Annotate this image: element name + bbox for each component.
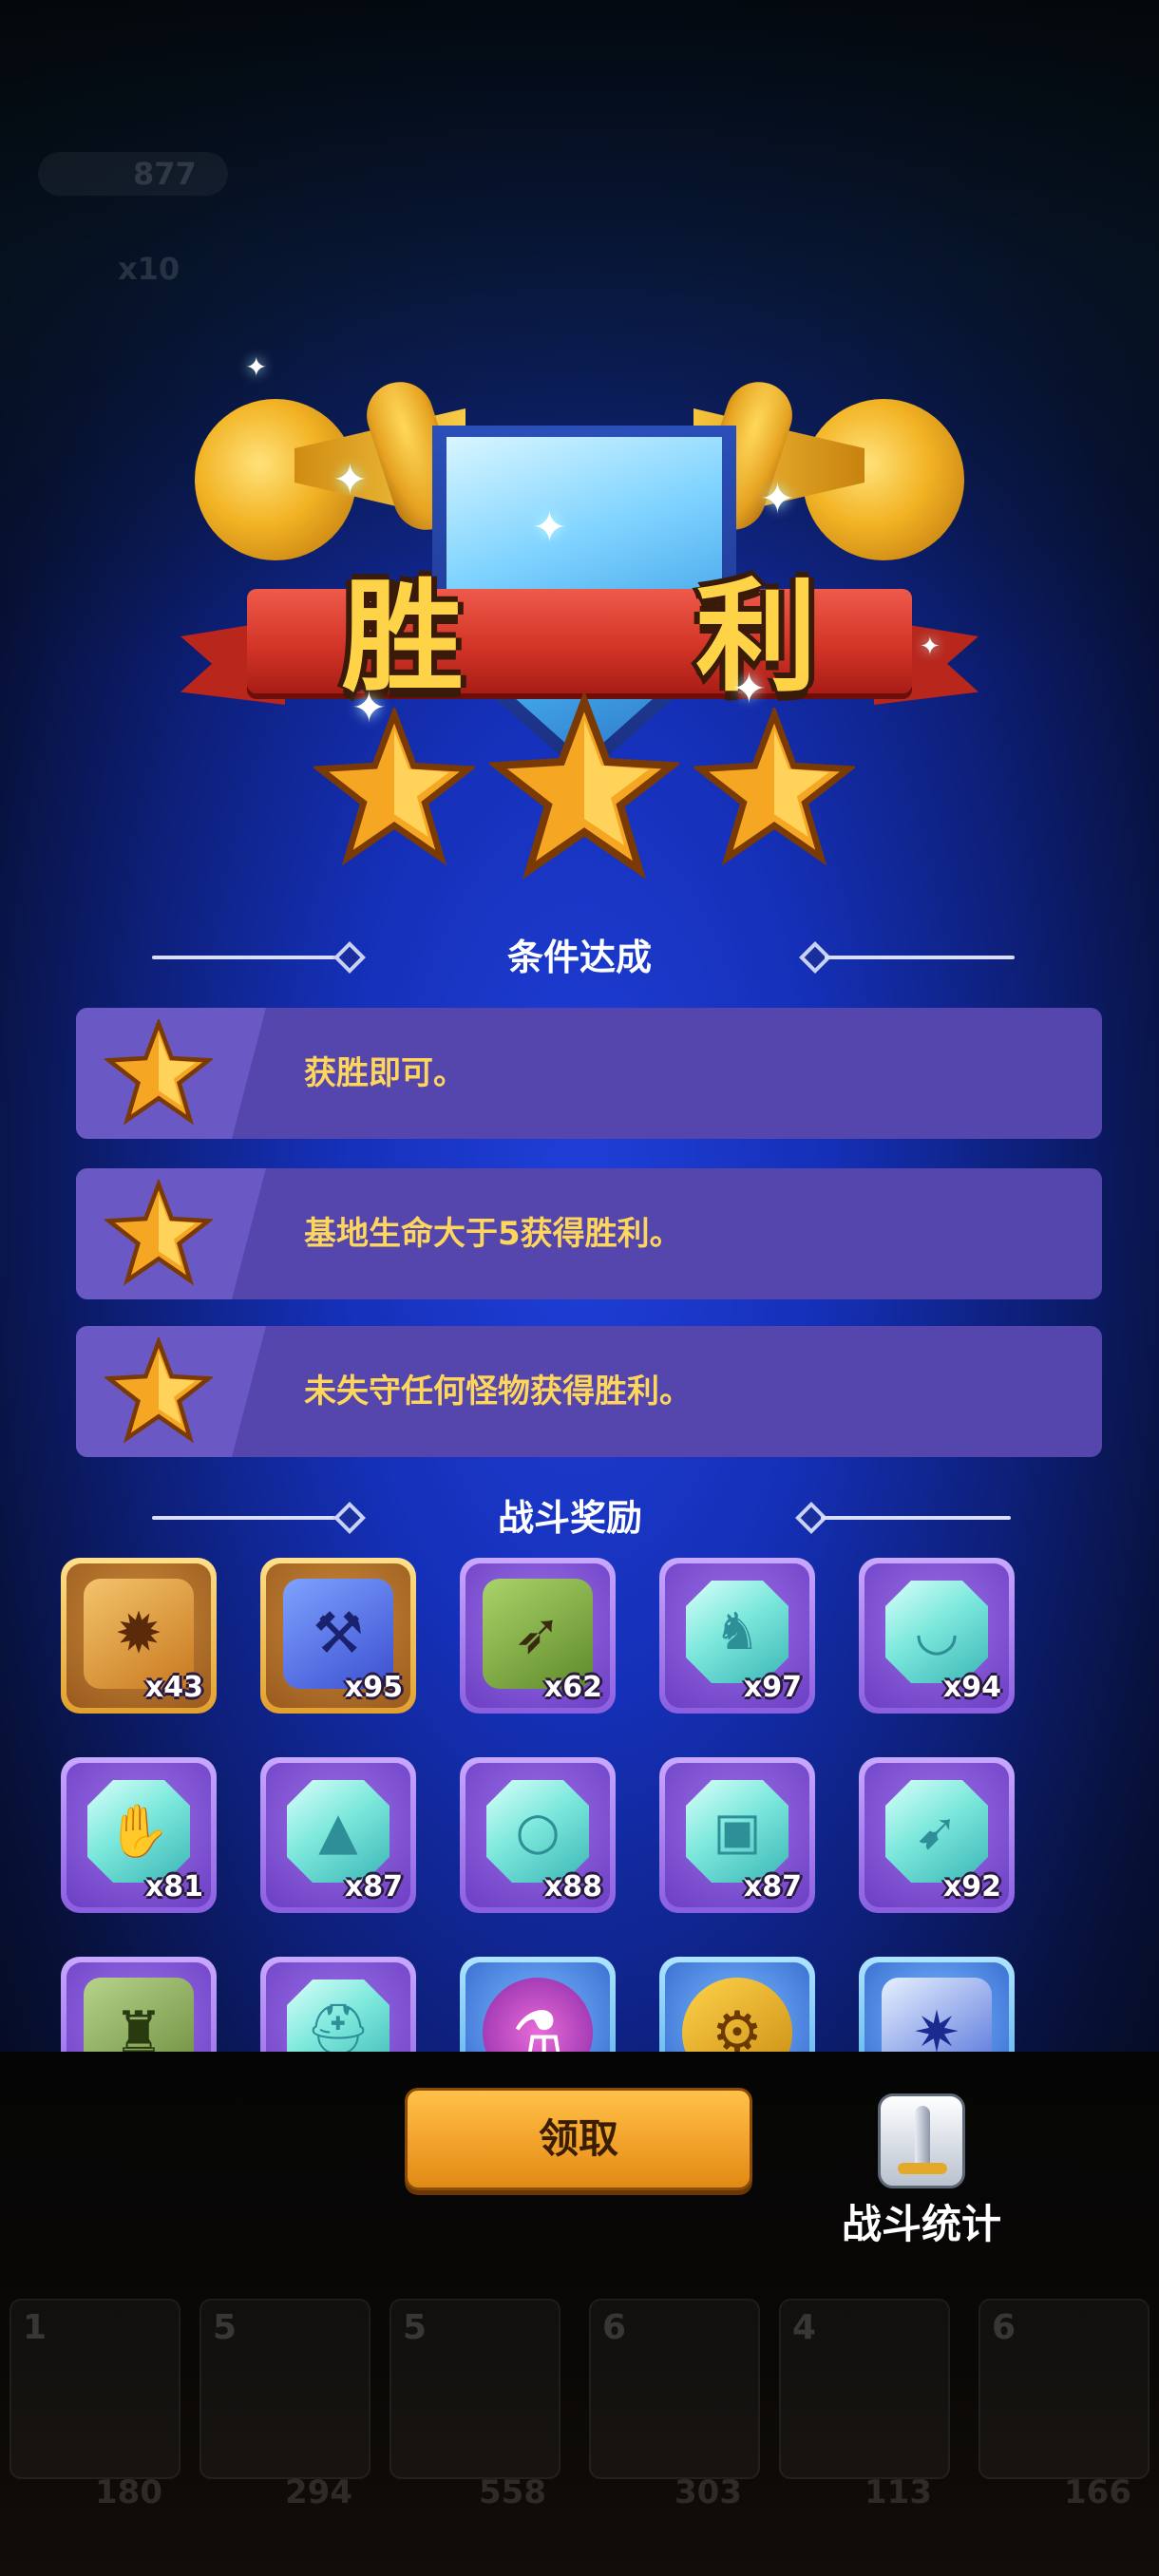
sparkle-icon: ✦ (760, 475, 795, 523)
gem-ring-icon: ○ (486, 1780, 589, 1883)
gem-boot-icon: ♞ (686, 1581, 788, 1683)
crystal-icon: ✷ (882, 1978, 992, 2052)
sparkle-icon: ✦ (352, 684, 387, 732)
condition-row: 未失守任何怪物获得胜利。 (76, 1326, 1102, 1457)
reward-qty: x88 (543, 1870, 602, 1904)
bg-card-cost: 180 (95, 2473, 162, 2511)
bg-card: 5 (390, 2299, 560, 2479)
condition-star-cell (76, 1008, 266, 1139)
potion-icon: ⚗ (483, 1978, 593, 2052)
star-icon (489, 693, 679, 883)
bg-card: 6 (978, 2299, 1150, 2479)
reward-qty: x92 (942, 1870, 1001, 1904)
condition-text: 获胜即可。 (304, 1054, 466, 1092)
gem-necklace-icon: ◡ (885, 1581, 988, 1683)
star-icon (104, 1019, 213, 1126)
reward-qty: x87 (344, 1870, 403, 1904)
bg-card-cost: 166 (1064, 2473, 1131, 2511)
sparkle-icon: ✦ (732, 665, 767, 713)
reward-item[interactable]: ✹ x43 (61, 1558, 217, 1714)
star-icon (694, 708, 855, 869)
battle-stats-label: 战斗统计 (841, 2201, 1001, 2247)
divider (825, 956, 1015, 959)
reward-qty: x97 (743, 1671, 802, 1704)
bg-card: 5 (200, 2299, 370, 2479)
rewards-grid[interactable]: ✹ x43 ⚒ x95 ➶ x62 ♞ x97 ◡ x94 ✋ x81 ▲ x8… (57, 1548, 1102, 2052)
victory-title: 胜 利 (341, 567, 913, 709)
gem-bow-icon: ➹ (885, 1780, 988, 1883)
gem-glove-icon: ✋ (87, 1780, 190, 1883)
sword-icon (878, 2093, 965, 2188)
reward-item[interactable]: ♜ (61, 1957, 217, 2052)
condition-row: 基地生命大于5获得胜利。 (76, 1168, 1102, 1299)
reward-item[interactable]: ➹ x92 (859, 1757, 1015, 1913)
star-icon (104, 1180, 213, 1286)
star-icon (314, 708, 475, 869)
reward-item[interactable]: ○ x88 (460, 1757, 616, 1913)
condition-text: 未失守任何怪物获得胜利。 (304, 1373, 692, 1411)
bg-card: 4 (779, 2299, 950, 2479)
conditions-header: 条件达成 (0, 929, 1159, 986)
star-icon (104, 1337, 213, 1444)
claim-button[interactable]: 领取 (405, 2088, 752, 2190)
reward-item[interactable]: ➶ x62 (460, 1558, 616, 1714)
bg-card-cost: 303 (674, 2473, 742, 2511)
reward-item[interactable]: ⚒ x95 (260, 1558, 416, 1714)
reward-item[interactable]: ▣ x87 (659, 1757, 815, 1913)
puzzle-tower-icon: ♜ (84, 1978, 194, 2052)
reward-item[interactable]: ⚙ (659, 1957, 815, 2052)
sparkle-icon: ✦ (332, 456, 368, 504)
reward-qty: x81 (144, 1870, 203, 1904)
bg-card-cost: 113 (864, 2473, 932, 2511)
reward-qty: x62 (543, 1671, 602, 1704)
reward-item[interactable]: ♞ x97 (659, 1558, 815, 1714)
bg-card: 1 (10, 2299, 180, 2479)
condition-text: 基地生命大于5获得胜利。 (304, 1215, 682, 1253)
reward-qty: x43 (144, 1671, 203, 1704)
sparkle-icon: ✦ (532, 503, 567, 552)
bg-card-level: 5 (403, 2308, 428, 2347)
gear-icon: ⚙ (682, 1978, 792, 2052)
sparkle-icon: ✦ (245, 351, 268, 383)
rewards-header: 战斗奖励 (0, 1489, 1159, 1546)
condition-row: 获胜即可。 (76, 1008, 1102, 1139)
battle-stats-button[interactable]: 战斗统计 (826, 2090, 1016, 2261)
reward-qty: x87 (743, 1870, 802, 1904)
reward-qty: x95 (344, 1671, 403, 1704)
reward-item[interactable]: ✋ x81 (61, 1757, 217, 1913)
bg-multiplier: x10 (118, 251, 180, 287)
bg-card: 6 (589, 2299, 760, 2479)
bg-card-level: 1 (23, 2308, 48, 2347)
condition-star-cell (76, 1168, 266, 1299)
reward-item[interactable]: ◡ x94 (859, 1558, 1015, 1714)
sparkle-icon: ✦ (920, 633, 940, 661)
bg-card-cost: 294 (285, 2473, 352, 2511)
divider (821, 1516, 1011, 1520)
reward-item[interactable]: ⚗ (460, 1957, 616, 2052)
reward-item[interactable]: ✷ (859, 1957, 1015, 2052)
reward-item[interactable]: ▲ x87 (260, 1757, 416, 1913)
gem-shirt-icon: ▣ (686, 1780, 788, 1883)
bg-card-level: 6 (602, 2308, 627, 2347)
bg-card-cost: 558 (479, 2473, 546, 2511)
condition-star-cell (76, 1326, 266, 1457)
gem-cape-icon: ▲ (287, 1780, 390, 1883)
reward-item[interactable]: ⛑ (260, 1957, 416, 2052)
reward-qty: x94 (942, 1671, 1001, 1704)
bg-coin-count: 877 (133, 156, 197, 192)
bg-card-level: 4 (792, 2308, 817, 2347)
bg-card-level: 5 (213, 2308, 238, 2347)
bg-card-level: 6 (992, 2308, 1016, 2347)
gem-helmet-icon: ⛑ (287, 1979, 390, 2052)
victory-banner: 胜 利 (180, 361, 978, 931)
